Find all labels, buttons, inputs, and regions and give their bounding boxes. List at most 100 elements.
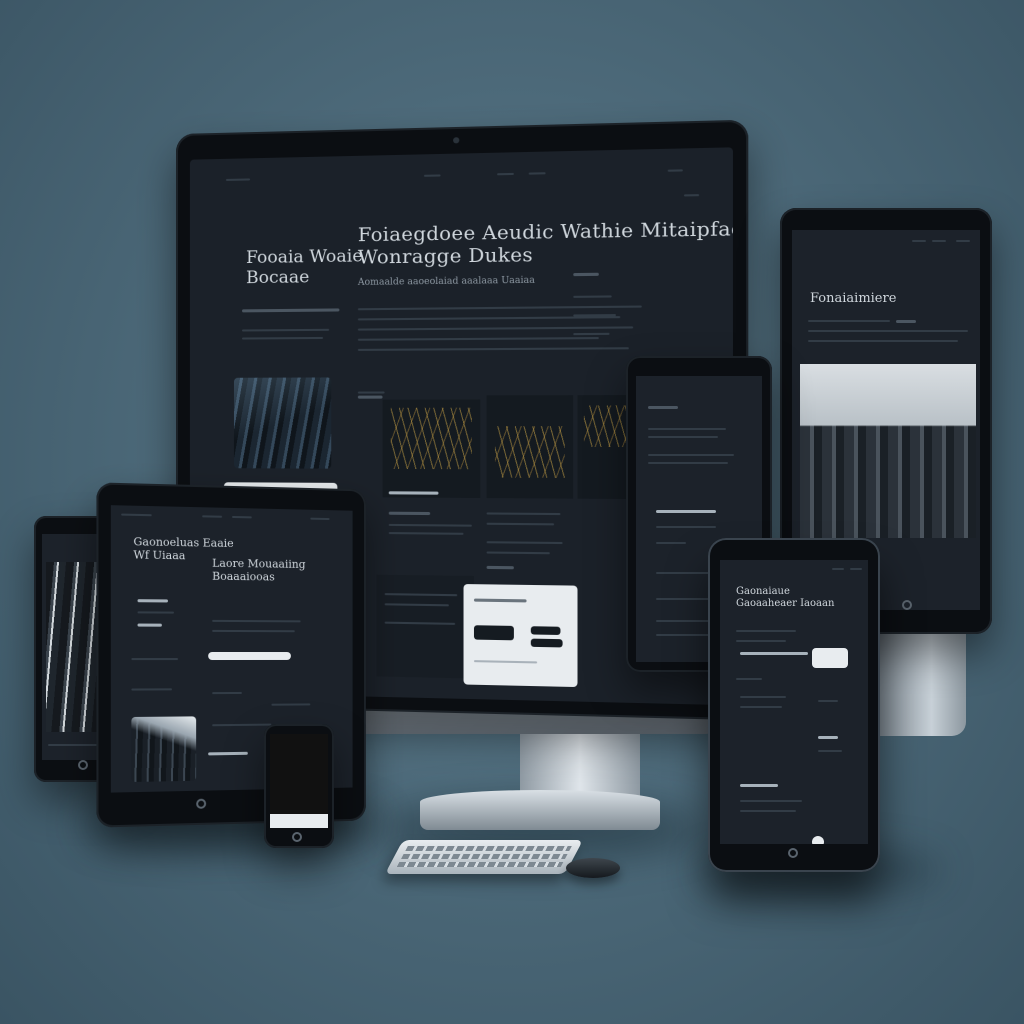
text-line [242,308,340,313]
nav-link[interactable] [932,240,946,242]
phone-small-screen [270,734,328,828]
nav-link[interactable] [528,172,546,175]
hero-image[interactable] [800,364,976,538]
toggle-button[interactable] [812,648,848,668]
hero-title: Foiaegdoee Aeudic Wathie Mitaipfaoon Won… [357,216,733,269]
text-line [357,391,385,394]
signup-card[interactable] [463,584,578,688]
nav-link[interactable] [423,174,441,177]
hero-title-left: Fooaia Woaie Bocaae [246,246,363,288]
text-line [131,658,179,661]
text-line [656,510,716,513]
text-line [736,678,762,680]
text-line [740,784,778,787]
text-line [740,810,796,812]
text-line [271,703,311,706]
text-line [486,551,550,555]
text-line [656,598,716,600]
text-line [573,295,612,298]
text-line [137,599,168,603]
nav-link[interactable] [956,240,970,242]
text-line [473,660,538,664]
signup-button[interactable] [473,625,514,641]
text-line [137,611,175,614]
text-line [486,565,514,570]
text-line [740,800,802,802]
search-input[interactable] [208,651,291,661]
key-row [396,862,564,867]
text-line [357,395,383,399]
text-line [808,330,968,332]
text-line [212,619,301,623]
phone-small [264,724,334,848]
text-line [48,744,98,746]
text-line [384,603,449,607]
text-line [656,542,686,544]
nav-link[interactable] [202,515,223,518]
monitor-camera [453,137,460,144]
home-button[interactable] [196,798,207,809]
text-line [656,526,716,528]
text-line [357,347,629,351]
text-line [818,750,842,752]
nav-link[interactable] [667,169,683,172]
home-button[interactable] [78,760,88,770]
nav-link[interactable] [232,515,252,519]
login-button[interactable] [530,626,561,636]
nav-logo[interactable] [225,178,251,181]
text-line [357,326,634,331]
text-line [656,634,710,636]
content-card [376,574,474,679]
text-line [896,320,916,323]
text-line [648,454,734,456]
text-line [242,336,324,340]
text-line [818,736,838,739]
text-line [388,491,439,495]
text-line [384,621,456,625]
text-line [818,700,838,702]
text-line [808,340,958,342]
text-line [486,541,563,545]
text-line [357,337,599,341]
nav-menu-icon[interactable] [683,194,700,197]
home-button[interactable] [902,600,912,610]
key-row [400,854,568,859]
text-line [357,305,642,311]
thumbnail-image[interactable] [131,716,197,783]
tablet-right-heading: Fonaiaimiere [810,291,897,306]
nav-link[interactable] [497,172,514,176]
nav-logo[interactable] [121,513,152,517]
text-line [648,436,718,438]
nav-link[interactable] [850,568,862,570]
gallery-card[interactable] [382,399,481,499]
text-line [208,751,248,756]
text-line [736,640,786,642]
home-button[interactable] [788,848,798,858]
text-line [388,523,472,527]
tablet-front-heading-right: Laore Mouaaiing Boaaaiooas [212,556,306,584]
nav-link[interactable] [912,240,926,242]
gallery-card[interactable] [486,395,574,499]
secondary-button[interactable] [530,638,563,648]
phone-front-heading: Gaonaiaue Gaoaaheaer Iaoaan [736,586,835,609]
phone-small-footer [270,814,328,828]
keyboard [384,840,584,874]
text-line [486,522,555,526]
text-line [740,652,808,655]
text-line [212,629,295,633]
hero-subtitle: Aomaalde aaoeolaiad aaalaaa Uaaiaa [357,275,535,288]
home-button[interactable] [292,832,302,842]
scroll-indicator[interactable] [812,836,824,844]
nav-link[interactable] [832,568,844,570]
text-line [242,328,330,332]
text-line [573,314,616,317]
gallery-sketch [390,407,472,470]
text-line [131,688,173,691]
featured-image[interactable] [233,377,332,469]
text-line [384,593,458,597]
text-line [648,462,728,464]
nav-link[interactable] [310,517,330,521]
text-line [573,272,599,277]
text-line [740,696,786,698]
text-line [573,332,610,336]
